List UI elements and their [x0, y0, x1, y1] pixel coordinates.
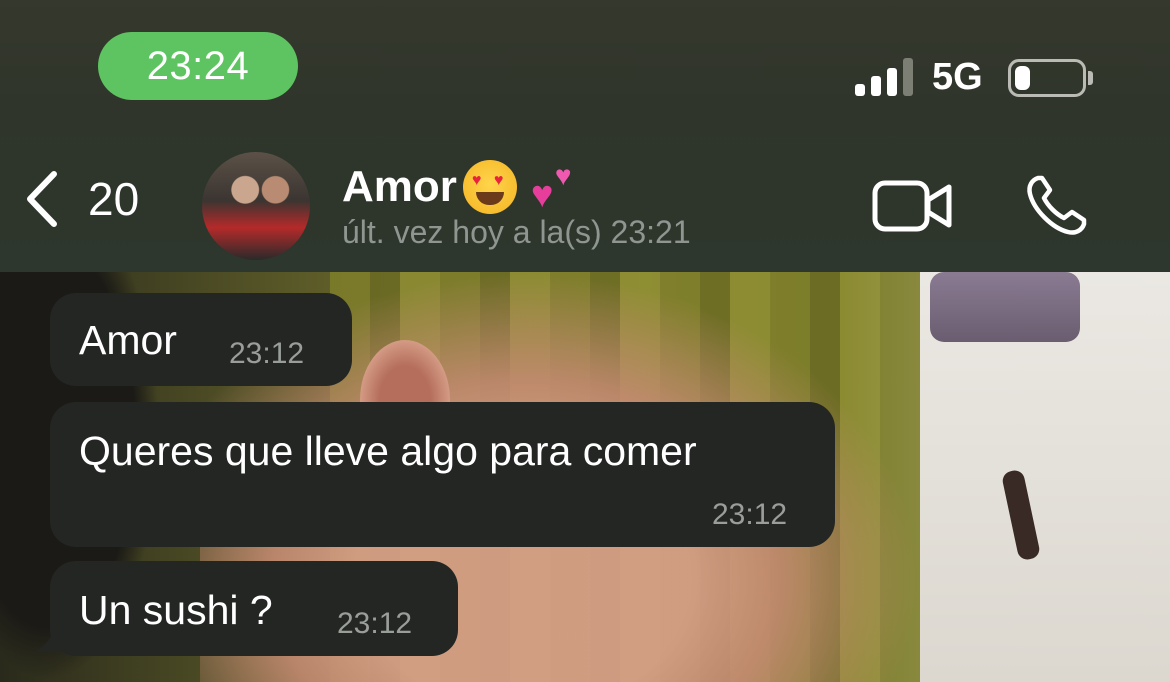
- message-bubble[interactable]: Un sushi ? 23:12: [50, 561, 458, 656]
- message-text: Amor: [79, 317, 177, 363]
- contact-avatar[interactable]: [202, 152, 310, 260]
- battery-icon: [1008, 59, 1086, 97]
- message-text: Un sushi ?: [79, 587, 273, 633]
- phone-icon: [1027, 175, 1087, 235]
- back-button[interactable]: 20: [22, 168, 139, 230]
- battery-cap: [1088, 71, 1093, 85]
- battery-level: [1015, 66, 1030, 90]
- voice-call-button[interactable]: [1024, 174, 1088, 238]
- unread-count: 20: [88, 173, 140, 225]
- last-seen-status: últ. vez hoy a la(s) 23:21: [342, 214, 691, 250]
- video-camera-icon: [872, 180, 952, 232]
- heart-eyes-emoji-icon: ♥ ♥: [462, 160, 517, 214]
- status-time[interactable]: 23:24: [98, 32, 298, 100]
- contact-name-row[interactable]: Amor ♥ ♥ ♥ ♥: [342, 160, 587, 214]
- chevron-left-icon: [27, 171, 57, 227]
- message-time: 23:12: [337, 607, 413, 640]
- message-text: Queres que lleve algo para comer: [79, 428, 697, 474]
- message-time: 23:12: [712, 498, 788, 531]
- network-type: 5G: [932, 56, 983, 98]
- message-bubble[interactable]: Amor 23:12: [50, 293, 352, 386]
- signal-strength-icon: [855, 58, 915, 96]
- wallpaper-bag-shape: [930, 272, 1080, 342]
- message-time: 23:12: [229, 337, 305, 370]
- video-call-button[interactable]: [872, 176, 954, 236]
- message-bubble[interactable]: Queres que lleve algo para comer 23:12: [50, 402, 835, 547]
- contact-name: Amor: [342, 162, 457, 211]
- two-hearts-emoji-icon: ♥ ♥: [530, 160, 572, 216]
